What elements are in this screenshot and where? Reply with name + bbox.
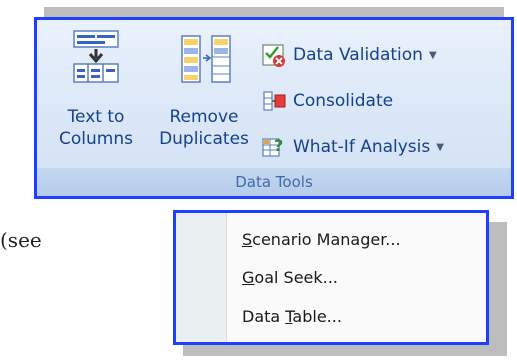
dropdown-arrow-icon[interactable]: ▼	[429, 50, 437, 61]
consolidate-button[interactable]: Consolidate	[261, 86, 393, 116]
menu-item-text: able...	[292, 307, 342, 326]
body-text: (see	[0, 228, 42, 252]
text-to-columns-icon	[66, 28, 126, 88]
menu-item-text: oal Seek...	[254, 268, 338, 287]
what-if-analysis-icon: ?	[261, 134, 287, 160]
menu-item-text: cenario Manager...	[252, 230, 401, 249]
menu-item-text: Data	[242, 307, 286, 326]
menu-item-accelerator: G	[242, 268, 255, 287]
dropdown-arrow-icon[interactable]: ▼	[436, 142, 444, 153]
data-validation-button[interactable]: Data Validation ▼	[261, 40, 437, 70]
what-if-dropdown-menu: Scenario Manager... Goal Seek... Data Ta…	[173, 210, 489, 345]
menu-item-accelerator: S	[242, 230, 253, 249]
consolidate-label: Consolidate	[293, 91, 394, 111]
remove-duplicates-label: Remove Duplicates	[159, 107, 249, 149]
menu-item-scenario-manager[interactable]: Scenario Manager...	[242, 230, 401, 249]
what-if-analysis-label: What-If Analysis	[293, 137, 431, 157]
remove-duplicates-button[interactable]: Remove Duplicates	[152, 20, 256, 166]
group-label: Data Tools	[37, 168, 511, 196]
data-validation-label: Data Validation	[293, 45, 423, 65]
svg-text:?: ?	[274, 136, 283, 155]
text-to-columns-label: Text to Columns	[59, 107, 133, 149]
consolidate-icon	[261, 88, 287, 114]
menu-item-goal-seek[interactable]: Goal Seek...	[242, 268, 338, 287]
data-tools-group: Text to Columns Remove Duplicates Data V…	[34, 17, 514, 199]
text-to-columns-button[interactable]: Text to Columns	[49, 20, 143, 166]
remove-duplicates-icon	[174, 28, 234, 88]
data-validation-icon	[261, 42, 287, 68]
menu-item-data-table[interactable]: Data Table...	[242, 307, 342, 326]
what-if-analysis-button[interactable]: ? What-If Analysis ▼	[261, 132, 444, 162]
menu-icon-gutter	[176, 213, 227, 342]
